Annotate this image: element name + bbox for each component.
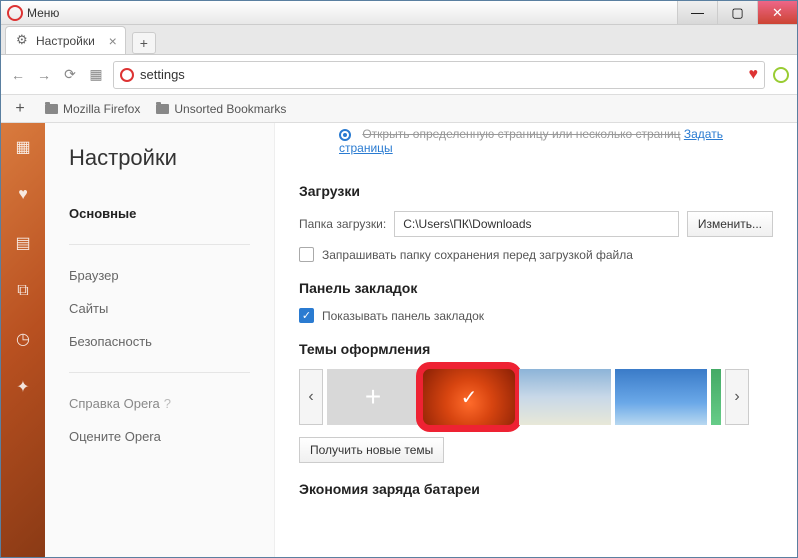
change-folder-button[interactable]: Изменить... bbox=[687, 211, 773, 237]
sidebar-item-sites[interactable]: Сайты bbox=[69, 292, 250, 325]
sidebar-item-browser[interactable]: Браузер bbox=[69, 259, 250, 292]
bookmark-folder-unsorted[interactable]: Unsorted Bookmarks bbox=[156, 102, 286, 116]
startup-option-row: Открыть определенную страницу или нескол… bbox=[299, 123, 773, 165]
themes-section: Темы оформления ‹ + ✓ › Получить новые т… bbox=[299, 341, 773, 463]
themes-next-button[interactable]: › bbox=[725, 369, 749, 425]
help-label: Справка Opera bbox=[69, 396, 160, 411]
battery-section: Экономия заряда батареи bbox=[299, 481, 773, 497]
menu-button[interactable]: Меню bbox=[7, 5, 59, 21]
show-bookmarks-label: Показывать панель закладок bbox=[322, 309, 484, 323]
bookmark-folder-mozilla[interactable]: Mozilla Firefox bbox=[45, 102, 140, 116]
add-theme-button[interactable]: + bbox=[327, 369, 419, 425]
settings-sidebar: Настройки Основные Браузер Сайты Безопас… bbox=[45, 123, 275, 557]
reload-button[interactable]: ⟳ bbox=[61, 66, 79, 84]
themes-prev-button[interactable]: ‹ bbox=[299, 369, 323, 425]
folder-icon bbox=[156, 104, 169, 114]
theme-option-partial[interactable] bbox=[711, 369, 721, 425]
news-rail-icon[interactable]: ▤ bbox=[13, 233, 33, 253]
battery-heading: Экономия заряда батареи bbox=[299, 481, 773, 497]
check-icon: ✓ bbox=[423, 369, 515, 425]
minimize-button[interactable]: — bbox=[677, 1, 717, 24]
tab-close-icon[interactable]: × bbox=[109, 33, 117, 49]
opera-address-icon bbox=[120, 68, 134, 82]
get-themes-button[interactable]: Получить новые темы bbox=[299, 437, 444, 463]
radio-selected-icon[interactable] bbox=[339, 129, 351, 141]
gear-icon bbox=[16, 34, 30, 48]
back-button[interactable]: ← bbox=[9, 66, 27, 84]
speed-dial-rail-icon[interactable]: ▦ bbox=[13, 137, 33, 157]
tab-title: Настройки bbox=[36, 34, 95, 48]
menu-label: Меню bbox=[27, 6, 59, 20]
theme-option-flower[interactable]: ✓ bbox=[423, 369, 515, 425]
heart-icon[interactable]: ♥ bbox=[749, 66, 759, 84]
ask-folder-label: Запрашивать папку сохранения перед загру… bbox=[322, 248, 633, 262]
devices-rail-icon[interactable]: ⧉ bbox=[13, 281, 33, 301]
downloads-section: Загрузки Папка загрузки: C:\Users\ПК\Dow… bbox=[299, 183, 773, 262]
downloads-heading: Загрузки bbox=[299, 183, 773, 199]
window-titlebar: Меню — ▢ ✕ bbox=[1, 1, 797, 25]
download-folder-input[interactable]: C:\Users\ПК\Downloads bbox=[394, 211, 679, 237]
address-input[interactable] bbox=[140, 67, 743, 82]
sync-icon[interactable] bbox=[773, 67, 789, 83]
tab-bar: Настройки × + bbox=[1, 25, 797, 55]
bookmarks-heading: Панель закладок bbox=[299, 280, 773, 296]
extensions-rail-icon[interactable]: ✦ bbox=[13, 377, 33, 397]
ask-folder-checkbox[interactable] bbox=[299, 247, 314, 262]
bookmarks-panel-section: Панель закладок ✓ Показывать панель закл… bbox=[299, 280, 773, 323]
settings-main: Открыть определенную страницу или нескол… bbox=[275, 123, 797, 557]
theme-option-sky[interactable] bbox=[615, 369, 707, 425]
sidebar-title: Настройки bbox=[69, 145, 250, 171]
sidebar-item-basic[interactable]: Основные bbox=[69, 197, 250, 230]
themes-heading: Темы оформления bbox=[299, 341, 773, 357]
download-folder-label: Папка загрузки: bbox=[299, 217, 386, 231]
add-bookmark-button[interactable]: + bbox=[11, 100, 29, 118]
sidebar-item-security[interactable]: Безопасность bbox=[69, 325, 250, 358]
bookmark-label: Mozilla Firefox bbox=[63, 102, 140, 116]
left-rail: ▦ ♥ ▤ ⧉ ◷ ✦ bbox=[1, 123, 45, 557]
navigation-bar: ← → ⟳ ▦ ♥ bbox=[1, 55, 797, 95]
folder-icon bbox=[45, 104, 58, 114]
maximize-button[interactable]: ▢ bbox=[717, 1, 757, 24]
address-bar[interactable]: ♥ bbox=[113, 61, 765, 89]
bookmarks-bar: + Mozilla Firefox Unsorted Bookmarks bbox=[1, 95, 797, 123]
history-rail-icon[interactable]: ◷ bbox=[13, 329, 33, 349]
bookmark-label: Unsorted Bookmarks bbox=[174, 102, 286, 116]
tab-settings[interactable]: Настройки × bbox=[5, 26, 126, 54]
help-icon: ? bbox=[164, 396, 171, 411]
opera-logo-icon bbox=[7, 5, 23, 21]
forward-button[interactable]: → bbox=[35, 66, 53, 84]
new-tab-button[interactable]: + bbox=[132, 32, 156, 54]
sidebar-item-rate[interactable]: Оцените Opera bbox=[69, 420, 250, 453]
sidebar-item-help[interactable]: Справка Opera ? bbox=[69, 387, 250, 420]
show-bookmarks-checkbox[interactable]: ✓ bbox=[299, 308, 314, 323]
speed-dial-icon[interactable]: ▦ bbox=[87, 66, 105, 84]
startup-text: Открыть определенную страницу или нескол… bbox=[362, 127, 680, 141]
close-button[interactable]: ✕ bbox=[757, 1, 797, 24]
theme-option-mountain[interactable] bbox=[519, 369, 611, 425]
favorites-rail-icon[interactable]: ♥ bbox=[13, 185, 33, 205]
